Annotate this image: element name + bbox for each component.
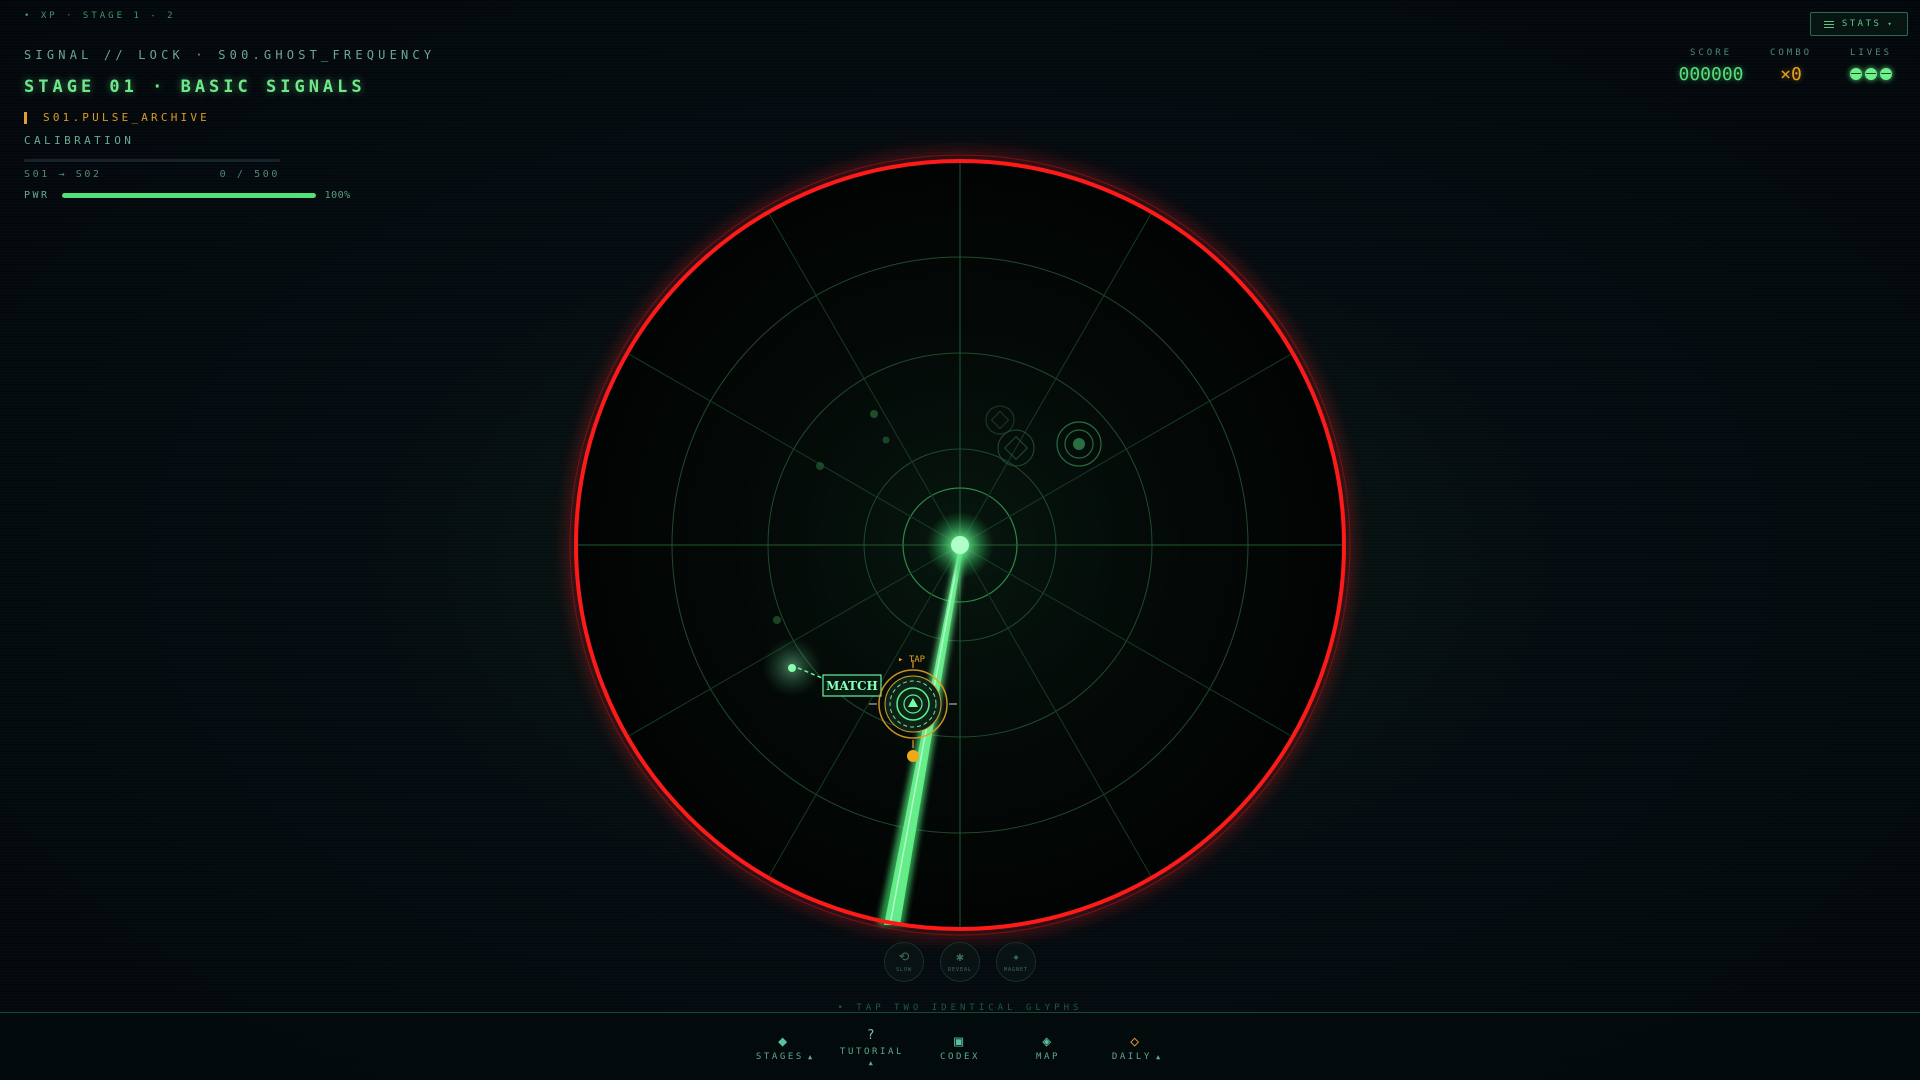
nav-stages-label-row: STAGES ▲	[756, 1052, 812, 1062]
codex-icon: ▣	[954, 1031, 966, 1050]
radar-scope[interactable]: MATCH ▸ TAP	[0, 0, 1920, 1080]
reveal-powerup-button[interactable]: ✱ REVEAL	[940, 942, 980, 982]
nav-daily-label-row: DAILY ▲	[1112, 1052, 1160, 1062]
nav-stages-label: STAGES	[755, 1051, 804, 1062]
nav-daily[interactable]: ◇ DAILY ▲	[1102, 1013, 1170, 1080]
bottom-nav-bar: ◆ STAGES ▲ ? TUTORIAL ▲ ▣ CODEX ◈ MAP ◇ D…	[0, 1012, 1920, 1080]
nav-map[interactable]: ◈ MAP	[1014, 1013, 1082, 1080]
reveal-icon: ✱	[956, 950, 964, 965]
nav-codex-label: CODEX	[939, 1051, 981, 1062]
arrow-up-icon: ▲	[868, 1058, 876, 1067]
nav-codex[interactable]: ▣ CODEX	[926, 1013, 994, 1080]
target-marker-dot	[907, 750, 919, 762]
magnet-icon: ✦	[1012, 950, 1020, 965]
diamond-icon: ◆	[778, 1031, 790, 1050]
nav-map-label: MAP	[1035, 1051, 1061, 1062]
radar-core	[951, 536, 969, 554]
nav-tutorial[interactable]: ? TUTORIAL ▲	[838, 1013, 906, 1080]
map-icon: ◈	[1042, 1031, 1054, 1050]
slow-icon: ⟲	[898, 950, 910, 965]
nav-tutorial-label: TUTORIAL	[839, 1046, 905, 1057]
arrow-up-icon: ▲	[807, 1052, 813, 1061]
nav-daily-label: DAILY	[1111, 1051, 1152, 1062]
magnet-label: MAGNET	[1003, 967, 1029, 973]
question-icon: ?	[866, 1027, 878, 1043]
bottom-nav: ◆ STAGES ▲ ? TUTORIAL ▲ ▣ CODEX ◈ MAP ◇ D…	[0, 1013, 1920, 1080]
nav-stages[interactable]: ◆ STAGES ▲	[750, 1013, 818, 1080]
powerup-bar: ⟲ SLOW ✱ REVEAL ✦ MAGNET	[884, 942, 1036, 982]
match-label: MATCH	[826, 679, 878, 693]
magnet-powerup-button[interactable]: ✦ MAGNET	[996, 942, 1036, 982]
tap-prompt: ▸ TAP	[898, 655, 926, 665]
slow-label: SLOW	[895, 967, 913, 973]
arrow-up-icon: ▲	[1155, 1052, 1161, 1061]
ghost-signal[interactable]	[788, 664, 796, 672]
reveal-label: REVEAL	[947, 967, 973, 973]
slow-powerup-button[interactable]: ⟲ SLOW	[884, 942, 924, 982]
daily-diamond-icon: ◇	[1130, 1031, 1142, 1050]
